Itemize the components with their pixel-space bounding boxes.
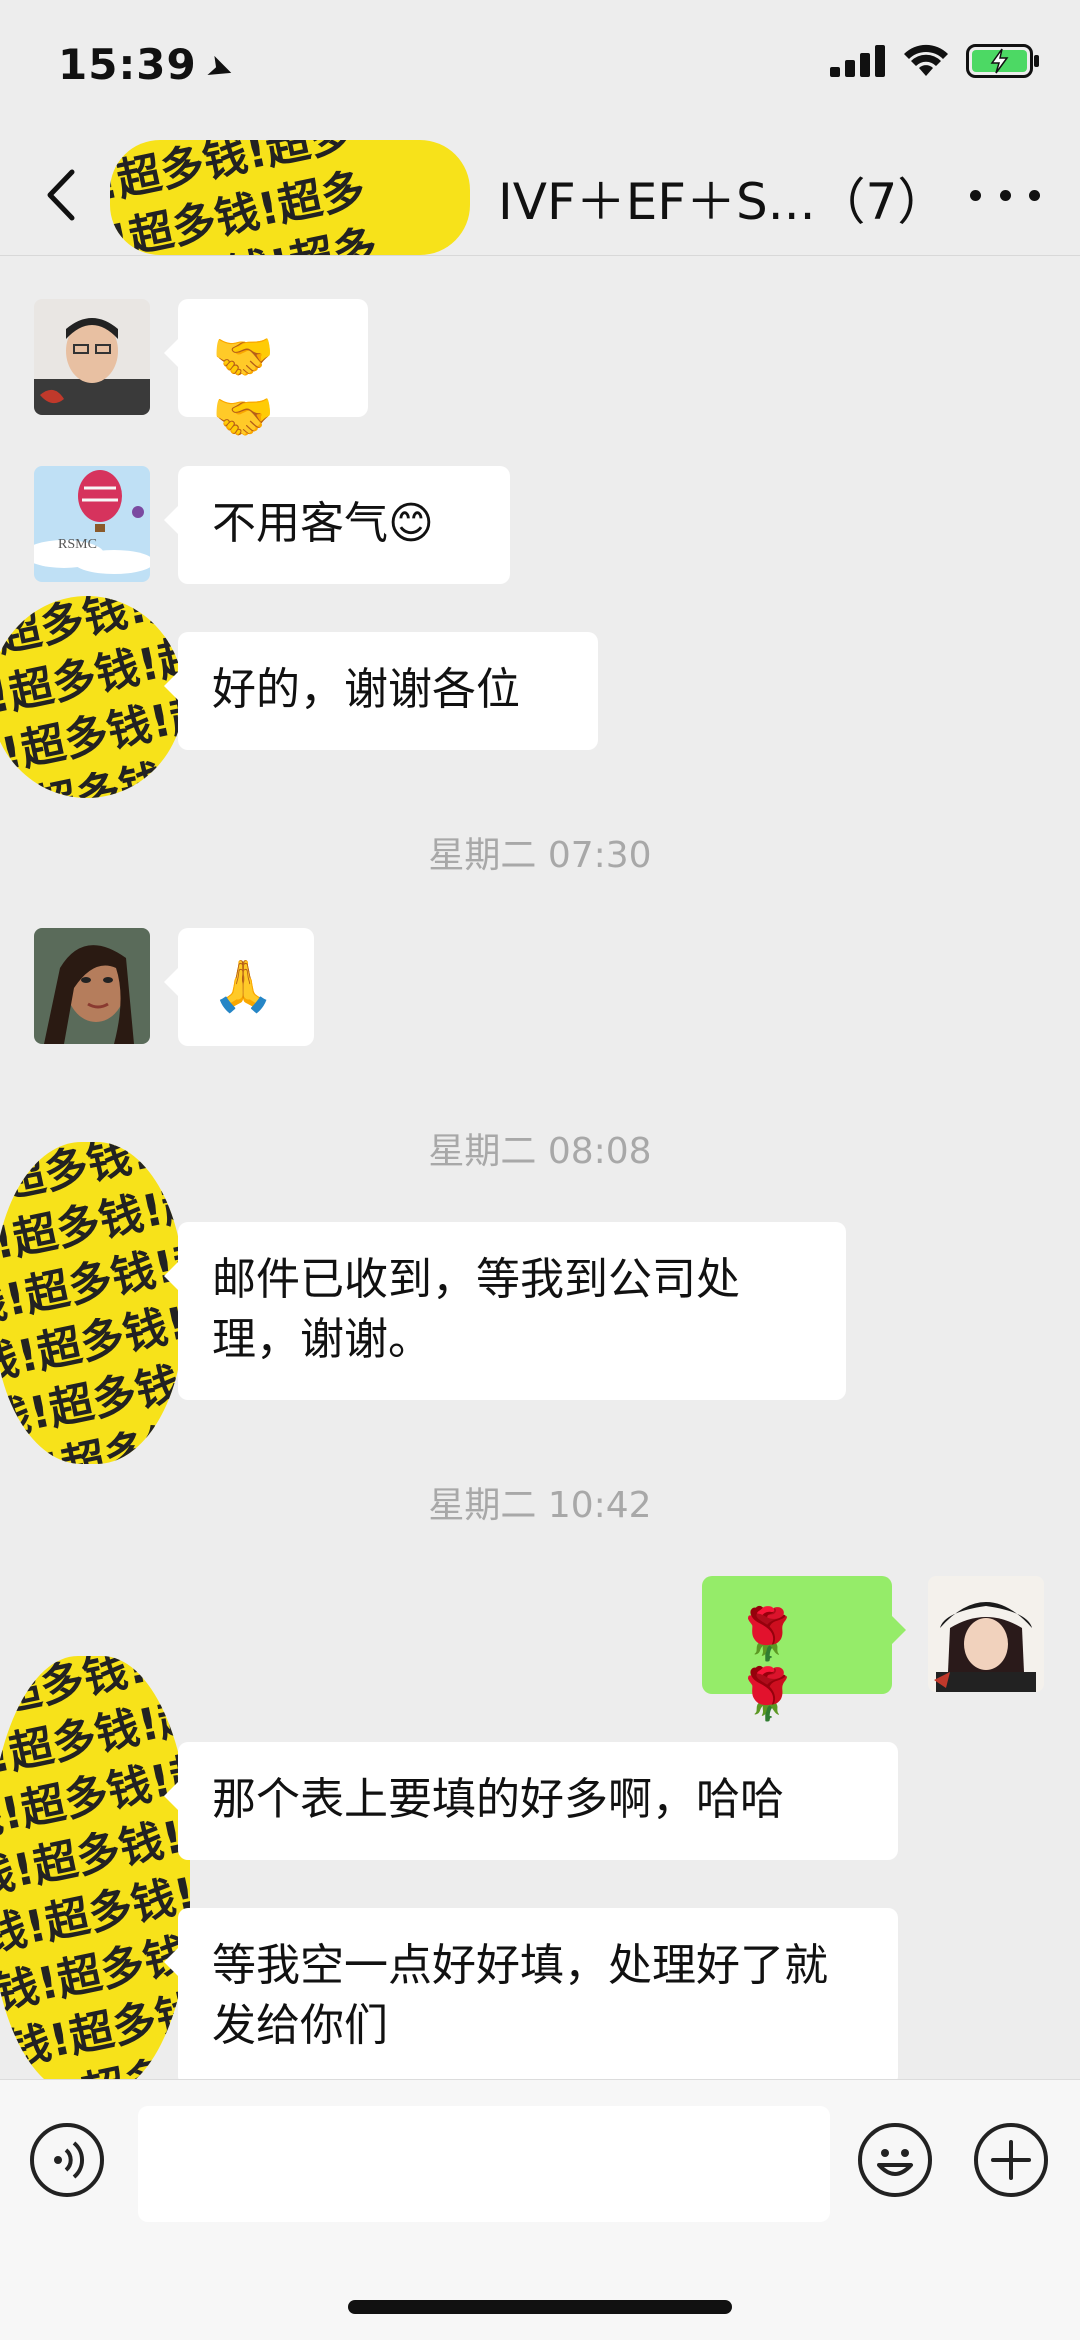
more-button[interactable]: [970, 170, 1040, 220]
chat-area[interactable]: 🤝🤝 RSMC 不用客气😊 钱!超多钱!超多 钱!超多钱!超多 钱!超多钱!超多…: [0, 256, 1080, 2079]
battery-charging-icon: [966, 44, 1039, 78]
svg-text:RSMC: RSMC: [58, 537, 97, 552]
status-bar: 15:39 ➤: [0, 0, 1080, 140]
message-bubble[interactable]: 好的，谢谢各位: [164, 632, 598, 750]
sticker-avatar[interactable]: 钱!超多钱!超多 钱!超多钱!超多 钱!超多钱!超多 钱!超多钱!超多 钱!超多…: [0, 1142, 184, 1464]
chat-header: 钱!超多钱!超多 钱!超多钱!超多 钱!超多钱!超多 钱!超多钱!超多 钱!超多…: [0, 140, 1080, 256]
voice-icon: [54, 2141, 85, 2179]
avatar[interactable]: [34, 928, 150, 1044]
home-indicator[interactable]: [348, 2300, 732, 2314]
avatar-image: [34, 299, 150, 415]
message-input[interactable]: [138, 2106, 830, 2222]
sticker-avatar[interactable]: 钱!超多钱!超多 钱!超多钱!超多 钱!超多钱!超多 钱!超多钱!超多 钱!超多…: [0, 596, 184, 798]
message-row: 钱!超多钱!超多 钱!超多钱!超多 钱!超多钱!超多 钱!超多钱!超多 钱!超多…: [0, 1656, 1080, 2079]
avatar[interactable]: [34, 299, 150, 415]
timestamp: 星期二 07:30: [428, 835, 652, 876]
emoji-icon: [877, 2149, 913, 2176]
message-bubble-sent[interactable]: 🌹 🌹: [702, 1576, 906, 1723]
avatar-image: [928, 1576, 1044, 1692]
wifi-icon: [904, 44, 948, 76]
voice-button[interactable]: [30, 2123, 104, 2197]
status-icons: [830, 44, 1040, 78]
message-bubble[interactable]: 那个表上要填的好多啊，哈哈: [164, 1742, 898, 1860]
avatar-self[interactable]: [928, 1576, 1044, 1692]
message-row: 等我空一点好好填，处理好了就发给你们: [0, 1908, 1080, 2079]
plus-button[interactable]: [974, 2123, 1048, 2197]
message-row: 🙏: [0, 928, 1080, 1048]
avatar-image: RSMC: [34, 466, 150, 582]
message-row: 🤝🤝: [0, 299, 1080, 446]
timestamp: 星期二 10:42: [428, 1485, 652, 1526]
message-bubble[interactable]: 邮件已收到，等我到公司处理，谢谢。: [164, 1222, 846, 1400]
message-bubble[interactable]: 等我空一点好好填，处理好了就发给你们: [164, 1908, 898, 2079]
more-dots-icon: [970, 189, 981, 201]
back-button[interactable]: [40, 160, 90, 230]
location-arrow-icon: ➤: [201, 45, 241, 91]
message-row: 钱!超多钱!超多 钱!超多钱!超多 钱!超多钱!超多 钱!超多钱!超多 钱!超多…: [0, 596, 1080, 798]
message-bubble[interactable]: 🤝🤝: [164, 299, 368, 446]
message-bubble[interactable]: 🙏: [164, 928, 314, 1046]
message-bubble[interactable]: 不用客气😊: [164, 466, 510, 584]
group-name-sticker: 钱!超多钱!超多 钱!超多钱!超多 钱!超多钱!超多 钱!超多钱!超多 钱!超多…: [90, 140, 490, 255]
chat-title[interactable]: IVF＋EF＋S...（7）: [498, 162, 947, 234]
plus-circle-icon: [991, 2140, 1031, 2180]
emoji-button[interactable]: [858, 2123, 932, 2197]
sticker-mask: 钱!超多钱!超多 钱!超多钱!超多 钱!超多钱!超多 钱!超多钱!超多 钱!超多…: [110, 140, 470, 255]
message-row: RSMC 不用客气😊: [0, 466, 1080, 586]
status-time: 15:39 ➤: [58, 40, 241, 91]
cellular-signal-icon: [830, 45, 885, 77]
avatar-image: [34, 928, 150, 1044]
avatar[interactable]: RSMC: [34, 466, 150, 582]
message-row: 钱!超多钱!超多 钱!超多钱!超多 钱!超多钱!超多 钱!超多钱!超多 钱!超多…: [0, 1142, 1080, 1464]
chevron-left-icon: [47, 169, 75, 221]
